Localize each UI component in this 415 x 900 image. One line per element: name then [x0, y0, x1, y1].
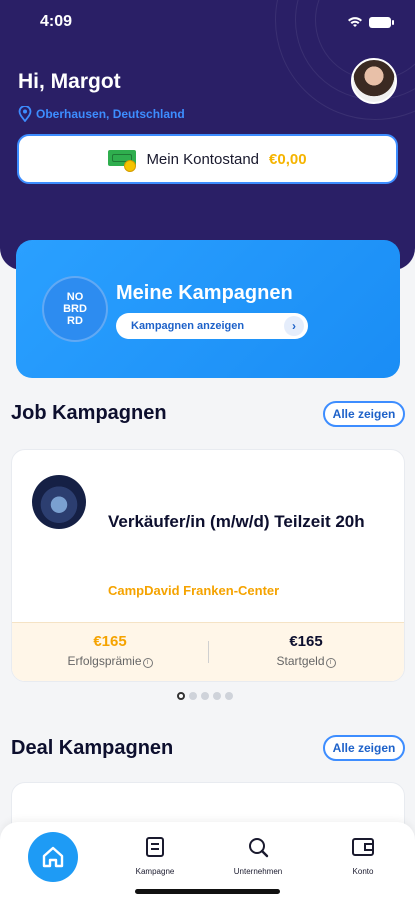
search-icon	[249, 838, 269, 858]
home-indicator	[135, 889, 280, 894]
location-pin-icon	[18, 106, 32, 122]
cash-icon	[108, 148, 138, 172]
start-label: Startgeld	[276, 654, 325, 668]
greeting: Hi, Margot	[18, 70, 121, 93]
bottom-tab-bar: Kampagne Unternehmen Konto	[0, 822, 415, 900]
tab-label: Konto	[352, 867, 374, 876]
balance-label: Mein Kontostand	[146, 150, 260, 168]
bonus-amount: €165	[93, 633, 127, 650]
info-icon[interactable]: i	[142, 658, 153, 668]
balance-card[interactable]: Mein Kontostand €0,00	[17, 134, 398, 184]
status-bar: 4:09	[0, 0, 415, 44]
status-time: 4:09	[40, 13, 73, 30]
wifi-icon	[348, 17, 362, 27]
home-icon	[42, 846, 64, 868]
header-hero: 4:09 Hi, Margot Oberhausen, Deutschland …	[0, 0, 415, 270]
location-label: Oberhausen, Deutschland	[36, 107, 185, 121]
bonus-column: €165 Erfolgsprämie i	[12, 633, 208, 668]
pager-dot[interactable]	[201, 692, 209, 700]
tab-label: Unternehmen	[233, 867, 283, 876]
document-icon	[146, 837, 164, 857]
tab-label: Kampagne	[135, 867, 175, 876]
tab-home[interactable]	[28, 832, 78, 882]
deal-section-title: Deal Kampagnen	[11, 737, 174, 759]
carousel-pager	[177, 692, 233, 700]
my-campaigns-banner[interactable]: NO BRD RD Meine Kampagnen Kampagnen anzeig…	[16, 240, 400, 378]
battery-icon	[369, 16, 394, 28]
pager-dot[interactable]	[189, 692, 197, 700]
pager-dot[interactable]	[225, 692, 233, 700]
tab-unternehmen[interactable]: Unternehmen	[218, 836, 298, 876]
job-thumbnail	[32, 475, 86, 529]
avatar[interactable]	[351, 58, 397, 104]
job-rewards: €165 Erfolgsprämie i €165 Startgeld i	[12, 622, 404, 681]
chevron-right-icon: ›	[284, 316, 304, 336]
job-company: CampDavid Franken-Center	[108, 583, 280, 598]
info-icon[interactable]: i	[325, 658, 336, 668]
bonus-label: Erfolgsprämie	[67, 654, 142, 668]
show-campaigns-label: Kampagnen anzeigen	[131, 320, 245, 332]
start-column: €165 Startgeld i	[208, 633, 404, 668]
start-amount: €165	[289, 633, 323, 650]
show-campaigns-button[interactable]: Kampagnen anzeigen ›	[116, 313, 308, 339]
deal-see-all-button[interactable]: Alle zeigen	[323, 735, 405, 761]
pager-dot[interactable]	[213, 692, 221, 700]
pager-dot[interactable]	[177, 692, 185, 700]
wallet-icon	[352, 838, 374, 856]
job-section-title: Job Kampagnen	[11, 402, 167, 424]
job-title: Verkäufer/in (m/w/d) Teilzeit 20h	[108, 512, 365, 531]
job-see-all-button[interactable]: Alle zeigen	[323, 401, 405, 427]
my-campaigns-title: Meine Kampagnen	[116, 282, 293, 304]
location[interactable]: Oberhausen, Deutschland	[18, 106, 185, 122]
balance-amount: €0,00	[269, 150, 307, 168]
job-campaign-card[interactable]: Verkäufer/in (m/w/d) Teilzeit 20h CampDa…	[11, 449, 405, 682]
tab-konto[interactable]: Konto	[323, 836, 403, 876]
tab-kampagne[interactable]: Kampagne	[115, 836, 195, 876]
nobrand-logo: NO BRD RD	[42, 276, 108, 342]
status-icons	[347, 16, 394, 28]
